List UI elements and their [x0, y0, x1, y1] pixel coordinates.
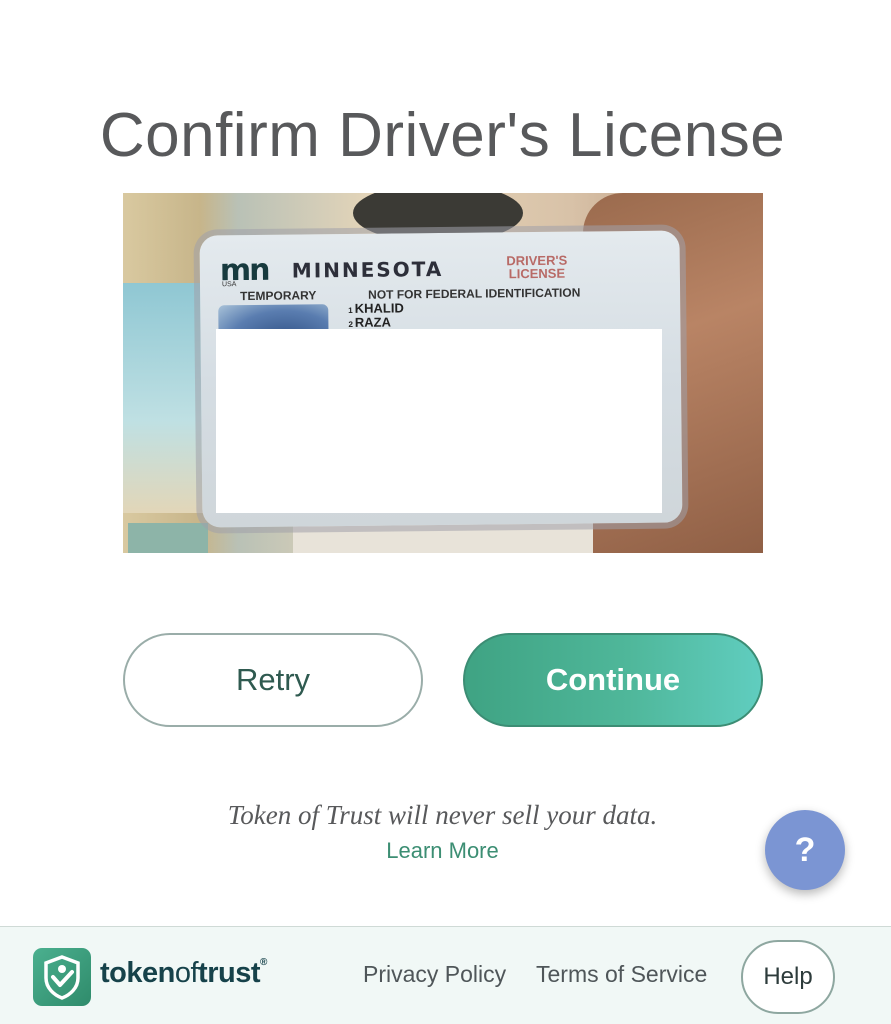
continue-button[interactable]: Continue — [463, 633, 763, 727]
background-water — [128, 523, 208, 553]
retry-button[interactable]: Retry — [123, 633, 423, 727]
terms-of-service-link[interactable]: Terms of Service — [536, 961, 707, 988]
card-last-name: 2 RAZA — [348, 314, 392, 330]
question-icon: ? — [794, 830, 816, 869]
card-type: DRIVER'S LICENSE — [506, 252, 568, 282]
privacy-statement: Token of Trust will never sell your data… — [227, 800, 658, 830]
page-title: Confirm Driver's License — [99, 100, 786, 170]
privacy-policy-link[interactable]: Privacy Policy — [363, 961, 506, 988]
card-state: MINNESOTA — [291, 256, 444, 283]
footer: tokenoftrust® Privacy Policy Terms of Se… — [0, 926, 891, 1024]
license-photo: mn USA MINNESOTA DRIVER'S LICENSE TEMPOR… — [123, 193, 763, 553]
help-fab-button[interactable]: ? — [765, 810, 845, 890]
card-first-name: 1 KHALID — [348, 300, 404, 316]
brand-logo[interactable]: tokenoftrust® — [100, 957, 267, 990]
card-temporary-label: TEMPORARY — [240, 288, 317, 304]
person-shirt — [293, 523, 593, 553]
learn-more-link[interactable]: Learn More — [0, 838, 885, 864]
shield-check-icon — [33, 948, 91, 1006]
help-button[interactable]: Help — [741, 940, 835, 1014]
redaction-box — [216, 329, 662, 513]
logo-country: USA — [221, 281, 237, 289]
card-notice: NOT FOR FEDERAL IDENTIFICATION — [368, 285, 581, 302]
